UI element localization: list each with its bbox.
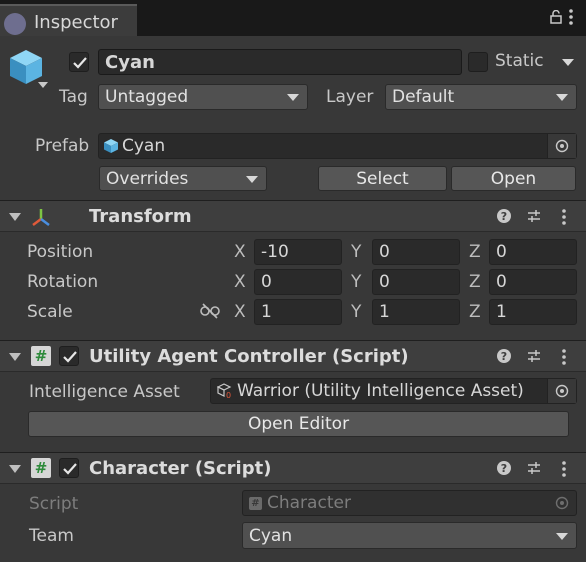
tag-label: Tag — [59, 87, 88, 107]
target-icon — [555, 139, 569, 153]
character-header[interactable]: # Character (Script) ? — [0, 452, 586, 484]
overrides-label: Overrides — [106, 168, 189, 189]
target-icon — [555, 384, 569, 398]
checkmark-icon — [63, 463, 77, 475]
active-checkbox[interactable] — [69, 52, 89, 72]
script-field: # Character — [242, 490, 577, 516]
position-y-axis-label[interactable]: Y — [351, 242, 361, 262]
utility-asset-icon: 0 — [217, 383, 232, 399]
rotation-x-field[interactable]: 0 — [254, 269, 342, 295]
transform-title: Transform — [89, 206, 192, 227]
scale-x-axis-label[interactable]: X — [234, 302, 246, 322]
position-z-field[interactable]: 0 — [489, 239, 577, 265]
help-icon[interactable]: ? — [497, 209, 511, 223]
position-z-axis-label[interactable]: Z — [469, 242, 481, 262]
inspector-icon — [4, 13, 26, 35]
layer-label: Layer — [326, 87, 374, 107]
layer-value: Default — [392, 87, 455, 107]
rotation-y-field[interactable]: 0 — [372, 269, 460, 295]
team-label: Team — [29, 526, 74, 546]
chevron-down-icon — [246, 175, 258, 183]
svg-text:0: 0 — [226, 391, 231, 399]
position-x-field[interactable]: -10 — [254, 239, 342, 265]
select-button[interactable]: Select — [318, 166, 447, 191]
tag-dropdown[interactable]: Untagged — [98, 84, 308, 110]
object-picker-button[interactable] — [547, 134, 576, 158]
help-icon[interactable]: ? — [497, 349, 511, 363]
fold-arrow-icon[interactable] — [9, 353, 21, 361]
utility-title: Utility Agent Controller (Script) — [89, 346, 409, 367]
static-label: Static — [495, 51, 544, 71]
overrides-dropdown[interactable]: Overrides — [99, 166, 267, 191]
position-y-field[interactable]: 0 — [372, 239, 460, 265]
utility-enabled-checkbox[interactable] — [59, 346, 79, 366]
checkmark-icon — [73, 57, 87, 69]
scale-z-axis-label[interactable]: Z — [469, 302, 481, 322]
scale-y-field[interactable]: 1 — [372, 299, 460, 325]
prefab-label: Prefab — [35, 136, 90, 156]
inspector-tab-bar: Inspector — [0, 0, 586, 36]
prefab-field[interactable]: Cyan — [98, 133, 577, 159]
lock-icon[interactable] — [549, 10, 563, 24]
more-options-icon[interactable] — [561, 208, 567, 226]
intelligence-asset-field[interactable]: 0 Warrior (Utility Intelligence Asset) — [210, 378, 577, 404]
inspector-tab[interactable]: Inspector — [0, 4, 137, 36]
character-enabled-checkbox[interactable] — [59, 458, 79, 478]
script-hash-icon: # — [31, 458, 51, 478]
tag-value: Untagged — [105, 87, 189, 107]
more-options-icon[interactable] — [561, 348, 567, 366]
rotation-z-field[interactable]: 0 — [489, 269, 577, 295]
help-icon[interactable]: ? — [497, 461, 511, 475]
rotation-label: Rotation — [27, 272, 99, 292]
scale-y-axis-label[interactable]: Y — [351, 302, 361, 322]
script-hash-icon: # — [249, 496, 262, 510]
checkmark-icon — [63, 351, 77, 363]
character-title: Character (Script) — [89, 458, 272, 479]
static-dropdown-icon[interactable] — [562, 59, 574, 66]
scale-x-field[interactable]: 1 — [254, 299, 342, 325]
prefab-value: Cyan — [122, 136, 166, 156]
more-options-icon[interactable] — [561, 460, 567, 478]
utility-agent-controller-header[interactable]: # Utility Agent Controller (Script) ? — [0, 340, 586, 372]
presets-icon[interactable] — [527, 349, 541, 363]
open-button[interactable]: Open — [451, 166, 576, 191]
script-label: Script — [29, 494, 79, 514]
scale-z-field[interactable]: 1 — [489, 299, 577, 325]
scale-label: Scale — [27, 302, 73, 322]
chevron-down-icon — [556, 532, 568, 540]
transform-header[interactable]: Transform ? — [0, 200, 586, 232]
chevron-down-icon — [287, 94, 299, 101]
rotation-z-axis-label[interactable]: Z — [469, 272, 481, 292]
open-editor-button[interactable]: Open Editor — [28, 411, 569, 437]
team-dropdown[interactable]: Cyan — [242, 522, 577, 549]
intelligence-asset-value: Warrior (Utility Intelligence Asset) — [237, 381, 524, 401]
script-value: Character — [267, 493, 351, 513]
team-value: Cyan — [249, 525, 293, 546]
intelligence-asset-label: Intelligence Asset — [29, 382, 180, 402]
transform-axes-icon — [32, 209, 50, 226]
object-name-field[interactable]: Cyan — [98, 49, 462, 75]
fold-arrow-icon[interactable] — [9, 213, 21, 221]
presets-icon[interactable] — [527, 461, 541, 475]
rotation-y-axis-label[interactable]: Y — [351, 272, 361, 292]
more-options-icon[interactable] — [568, 8, 574, 26]
object-picker-button[interactable] — [547, 379, 576, 403]
presets-icon[interactable] — [527, 209, 541, 223]
position-label: Position — [27, 242, 94, 262]
fold-arrow-icon[interactable] — [9, 465, 21, 473]
constrain-proportions-icon[interactable] — [200, 303, 220, 319]
position-x-axis-label[interactable]: X — [234, 242, 246, 262]
layer-dropdown[interactable]: Default — [385, 84, 577, 110]
chevron-down-icon — [556, 94, 568, 101]
static-checkbox[interactable] — [468, 52, 488, 72]
rotation-x-axis-label[interactable]: X — [234, 272, 246, 292]
target-icon — [555, 496, 569, 510]
inspector-tab-label: Inspector — [34, 12, 118, 33]
prefab-cube-icon — [10, 50, 48, 88]
script-hash-icon: # — [31, 346, 51, 366]
prefab-cube-icon — [104, 139, 118, 153]
